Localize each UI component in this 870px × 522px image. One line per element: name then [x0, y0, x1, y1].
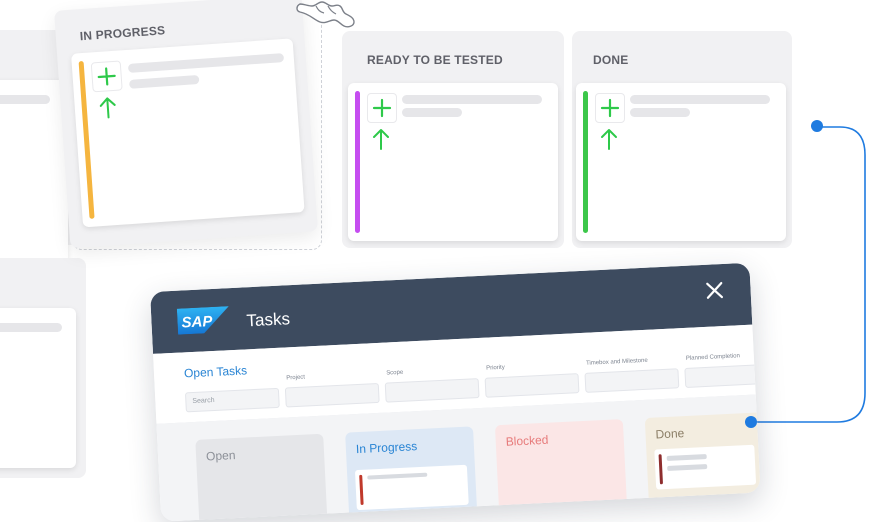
- kanban-column-ready-to-be-tested[interactable]: READY TO BE TESTED: [342, 31, 564, 248]
- filter-label-scope: Scope: [386, 369, 404, 377]
- add-button[interactable]: [90, 60, 123, 93]
- sap-column-open[interactable]: Open: [195, 433, 328, 522]
- placeholder-line: [630, 95, 770, 104]
- search-input[interactable]: Search: [184, 387, 280, 413]
- sap-column-done[interactable]: Done: [644, 411, 761, 508]
- placeholder-line: [367, 472, 428, 480]
- placeholder-line: [402, 108, 462, 117]
- timebox-filter[interactable]: [584, 368, 680, 393]
- filter-label-planned-completion: Planned Completion: [685, 353, 741, 362]
- placeholder-line: [630, 108, 690, 117]
- filter-label-timebox: Timebox and Milestone: [585, 357, 648, 367]
- task-card[interactable]: [71, 38, 305, 228]
- task-card[interactable]: [654, 444, 757, 490]
- card-partial: [0, 80, 68, 266]
- placeholder-line: [402, 95, 542, 104]
- sync-connector: [752, 126, 866, 423]
- plus-icon: [97, 67, 116, 86]
- sap-tasks-window: SAP Tasks Open Tasks Search Project Scop…: [150, 262, 761, 522]
- column-title: Open: [205, 448, 236, 464]
- search-placeholder: Search: [192, 396, 215, 406]
- status-stripe: [359, 474, 364, 505]
- placeholder-line: [0, 95, 50, 104]
- placeholder-line: [0, 323, 62, 332]
- kanban-column-partial-bottom: [0, 258, 86, 478]
- status-stripe: [583, 91, 588, 233]
- column-title: IN PROGRESS: [79, 23, 166, 44]
- status-stripe: [658, 454, 663, 485]
- scope-filter[interactable]: [384, 378, 480, 403]
- open-tasks-heading: Open Tasks: [183, 363, 248, 381]
- task-card[interactable]: [354, 464, 469, 511]
- arrow-up-icon: [373, 129, 389, 150]
- sap-logo: SAP: [176, 306, 229, 335]
- hand-cursor-icon: [296, 1, 355, 28]
- placeholder-line: [666, 454, 707, 461]
- filter-label-priority: Priority: [486, 364, 505, 372]
- planned-completion-filter[interactable]: [684, 363, 761, 388]
- card-partial: [0, 308, 76, 468]
- placeholder-line: [667, 463, 708, 471]
- sap-column-blocked[interactable]: Blocked: [494, 419, 628, 516]
- status-stripe: [355, 91, 360, 233]
- plus-icon: [372, 98, 392, 118]
- project-filter[interactable]: [284, 382, 380, 408]
- task-card[interactable]: [348, 83, 558, 241]
- add-button[interactable]: [367, 93, 397, 123]
- arrow-up-icon: [99, 97, 116, 119]
- placeholder-line: [127, 53, 285, 73]
- column-title: READY TO BE TESTED: [367, 53, 503, 67]
- column-title: In Progress: [355, 439, 418, 457]
- kanban-column-in-progress[interactable]: IN PROGRESS: [54, 0, 318, 249]
- sap-column-in-progress[interactable]: In Progress: [345, 426, 478, 522]
- placeholder-line: [128, 74, 200, 89]
- connector-handle-bottom[interactable]: [745, 416, 757, 428]
- close-icon[interactable]: [702, 278, 727, 303]
- connector-handle-top[interactable]: [811, 120, 823, 132]
- filter-label-project: Project: [286, 374, 306, 382]
- priority-filter[interactable]: [484, 373, 580, 398]
- svg-text:SAP: SAP: [181, 313, 214, 332]
- plus-icon: [600, 98, 620, 118]
- column-title: DONE: [593, 53, 629, 67]
- add-button[interactable]: [595, 93, 625, 123]
- column-title: Done: [655, 426, 685, 442]
- window-title: Tasks: [246, 309, 291, 331]
- arrow-up-icon: [601, 129, 617, 150]
- column-title: Blocked: [505, 432, 549, 449]
